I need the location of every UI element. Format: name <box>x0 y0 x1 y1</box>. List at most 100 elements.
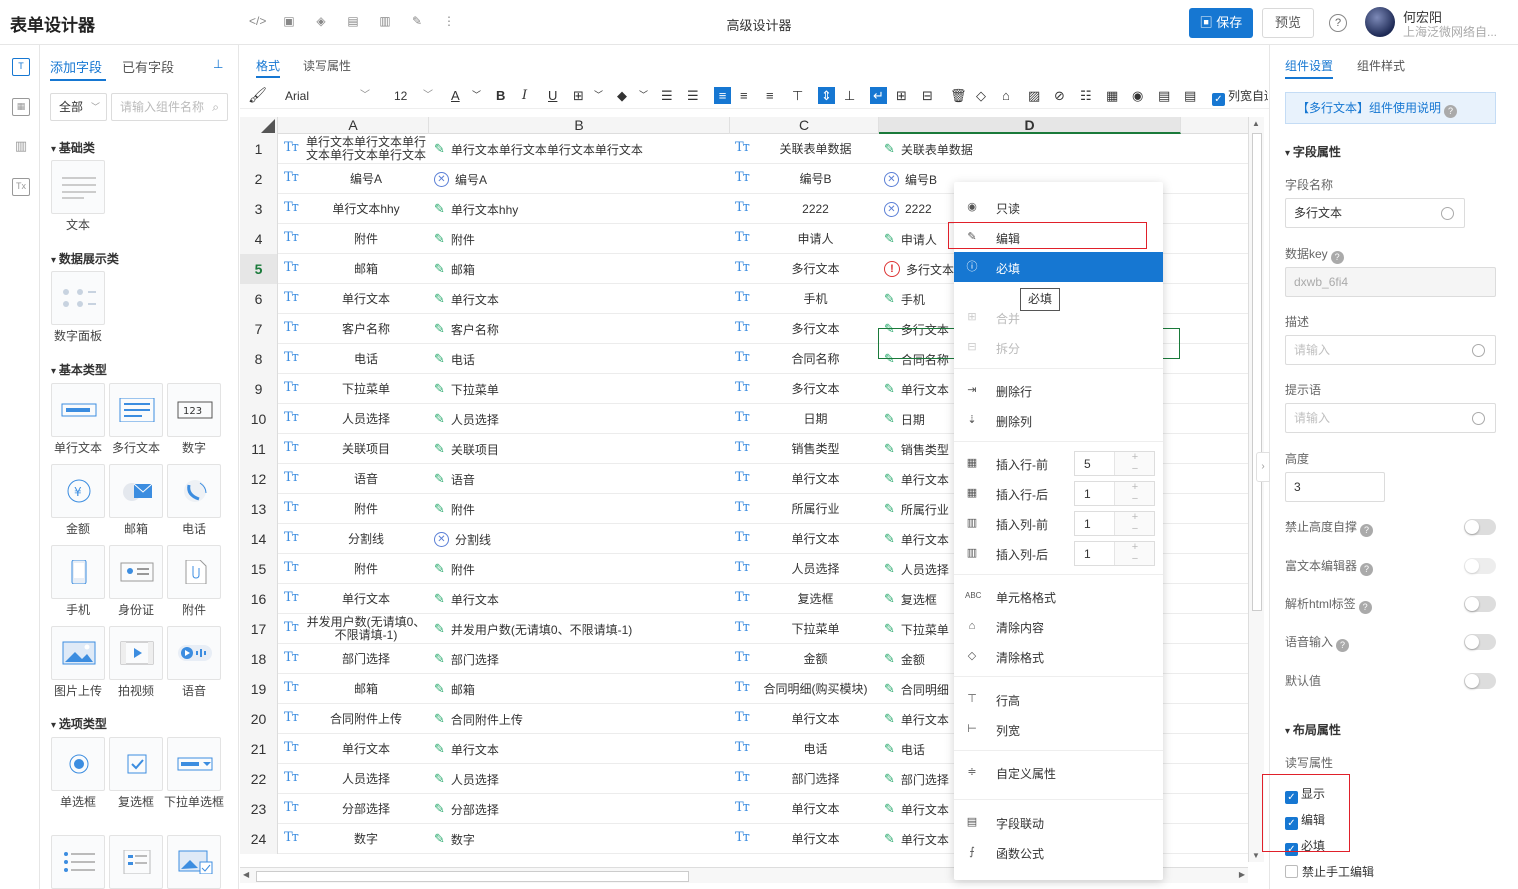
cell-c[interactable]: Tт 电话 <box>730 734 879 764</box>
component-list[interactable] <box>49 835 105 889</box>
cell-a[interactable]: Tт 数字 <box>278 824 429 854</box>
align-left-icon[interactable]: ≡ <box>714 87 731 104</box>
row-number[interactable]: 20 <box>240 704 278 734</box>
data-key-input[interactable]: dxwb_6fi4 <box>1285 267 1496 297</box>
menu-item-col-width[interactable]: ⊢ 列宽 <box>954 714 1163 744</box>
cell-b[interactable]: ✎ 电话 <box>429 344 730 374</box>
component-video[interactable]: 拍视频 <box>107 626 163 706</box>
cell-b[interactable]: ✎ 邮箱 <box>429 674 730 704</box>
cell-c[interactable]: Tт 2222 <box>730 194 879 224</box>
row-number[interactable]: 3 <box>240 194 278 224</box>
component-number-panel[interactable]: 数字面板 <box>49 271 105 351</box>
field-name-input[interactable]: 多行文本 <box>1285 198 1465 228</box>
minus-icon[interactable]: − <box>1115 554 1155 565</box>
italic-icon[interactable]: I <box>522 87 527 104</box>
row-number[interactable]: 14 <box>240 524 278 554</box>
component-dropdown[interactable]: 下拉单选框 <box>164 737 224 817</box>
cell-a[interactable]: Tт 单行文本 <box>278 284 429 314</box>
column-b-header[interactable]: B <box>429 117 730 134</box>
font-color-icon[interactable]: A <box>451 87 460 104</box>
cell-c[interactable]: Tт 部门选择 <box>730 764 879 794</box>
cell-c[interactable]: Tт 多行文本 <box>730 254 879 284</box>
disable-auto-height-toggle[interactable] <box>1464 519 1496 535</box>
cell-b[interactable]: ✎ 人员选择 <box>429 404 730 434</box>
cell-c[interactable]: Tт 所属行业 <box>730 494 879 524</box>
cell-a[interactable]: Tт 附件 <box>278 224 429 254</box>
field-attributes-section[interactable]: 字段属性 <box>1285 143 1341 160</box>
cell-c[interactable]: Tт 销售类型 <box>730 434 879 464</box>
insert-col-after-stepper[interactable]: 1 + − <box>1074 541 1155 566</box>
chevron-down-icon[interactable]: ﹀ <box>639 87 648 104</box>
cell-c[interactable]: Tт 多行文本 <box>730 314 879 344</box>
plus-icon[interactable]: + <box>1115 452 1155 463</box>
delete-icon[interactable]: 🗑 <box>950 87 967 104</box>
cell-b[interactable]: ✎ 合同附件上传 <box>429 704 730 734</box>
minus-icon[interactable]: − <box>1115 524 1155 535</box>
rich-text-toggle[interactable] <box>1464 558 1496 574</box>
component-voice[interactable]: 语音 <box>165 626 221 706</box>
cell-b[interactable]: ✎ 分部选择 <box>429 794 730 824</box>
cell-c[interactable]: Tт 多行文本 <box>730 374 879 404</box>
component-amount[interactable]: ¥ 金额 <box>49 464 105 544</box>
cell-a[interactable]: Tт 关联项目 <box>278 434 429 464</box>
preview-button[interactable]: 预览 <box>1262 8 1314 38</box>
cell-b[interactable]: ✎ 单行文本hhy <box>429 194 730 224</box>
category-basic-types[interactable]: 基本类型 <box>51 361 107 378</box>
bold-icon[interactable]: B <box>496 87 505 104</box>
font-select[interactable]: Arial ﹀ <box>280 86 372 106</box>
cell-c[interactable]: Tт 编号B <box>730 164 879 194</box>
component-image-upload[interactable]: 图片上传 <box>49 626 105 706</box>
row-number[interactable]: 4 <box>240 224 278 254</box>
cell-a[interactable]: Tт 附件 <box>278 494 429 524</box>
cell-b[interactable]: ✎ 下拉菜单 <box>429 374 730 404</box>
scroll-up-icon[interactable]: ▲ <box>1252 119 1260 128</box>
tab-component-style[interactable]: 组件样式 <box>1357 57 1405 74</box>
split-cells-icon[interactable]: ⊟ <box>922 87 933 104</box>
select-all-corner[interactable] <box>240 117 278 134</box>
menu-item-required[interactable]: ⓘ 必填 <box>954 252 1163 282</box>
row-number[interactable]: 17 <box>240 614 278 644</box>
cell-a[interactable]: Tт 分割线 <box>278 524 429 554</box>
tab-add-field[interactable]: 添加字段 <box>50 57 102 76</box>
usage-guide-link[interactable]: 【多行文本】组件使用说明? <box>1285 92 1496 124</box>
help-icon[interactable]: ? <box>1329 14 1347 32</box>
menu-item-field-link[interactable]: ▤ 字段联动 <box>954 807 1163 837</box>
cell-b[interactable]: ✎ 关联项目 <box>429 434 730 464</box>
row-number[interactable]: 18 <box>240 644 278 674</box>
valign-top-icon[interactable]: ⊤ <box>792 87 803 104</box>
component-id-card[interactable]: 身份证 <box>107 545 163 625</box>
insert-row-before-stepper[interactable]: 5 + − <box>1074 451 1155 476</box>
bar-chart-icon[interactable]: ▥ <box>12 138 30 156</box>
doc-settings-icon[interactable]: ▤ <box>1158 87 1170 104</box>
column-d-header[interactable]: D <box>879 117 1181 134</box>
text-component-icon[interactable]: T <box>12 58 30 76</box>
cell-a[interactable]: Tт 人员选择 <box>278 404 429 434</box>
cell-c[interactable]: Tт 人员选择 <box>730 554 879 584</box>
row-number[interactable]: 5 <box>240 254 278 284</box>
eraser-icon[interactable]: ◇ <box>976 87 986 104</box>
cell-c[interactable]: Tт 单行文本 <box>730 464 879 494</box>
column-a-header[interactable]: A <box>278 117 429 134</box>
merge-cells-icon[interactable]: ⊞ <box>896 87 907 104</box>
menu-item-readonly[interactable]: ◉ 只读 <box>954 192 1163 222</box>
height-input[interactable]: 3 <box>1285 472 1385 502</box>
cell-b[interactable]: ✎ 并发用户数(无请填0、不限请填-1) <box>429 614 730 644</box>
chevron-down-icon[interactable]: ﹀ <box>472 87 481 104</box>
pin-icon[interactable]: ⊥ <box>213 57 223 71</box>
row-number[interactable]: 19 <box>240 674 278 704</box>
default-value-toggle[interactable] <box>1464 673 1496 689</box>
align-right-icon[interactable]: ≡ <box>766 87 774 104</box>
row-number[interactable]: 6 <box>240 284 278 314</box>
valign-bottom-icon[interactable]: ⊥ <box>844 87 855 104</box>
column-c-header[interactable]: C <box>730 117 879 134</box>
row-number[interactable]: 1 <box>240 134 278 164</box>
cell-a[interactable]: Tт 并发用户数(无请填0、不限请填-1) <box>278 614 429 644</box>
save-button[interactable]: ▣ 保存 <box>1189 8 1253 38</box>
component-multi-line[interactable]: 多行文本 <box>107 383 163 463</box>
row-number[interactable]: 13 <box>240 494 278 524</box>
row-number[interactable]: 21 <box>240 734 278 764</box>
border-icon[interactable]: ⊞ <box>573 87 584 104</box>
cell-b[interactable]: ✎ 部门选择 <box>429 644 730 674</box>
no-image-icon[interactable]: ⊘ <box>1054 87 1065 104</box>
cell-b[interactable]: ✎ 单行文本单行文本单行文本单行文本 <box>429 134 730 164</box>
